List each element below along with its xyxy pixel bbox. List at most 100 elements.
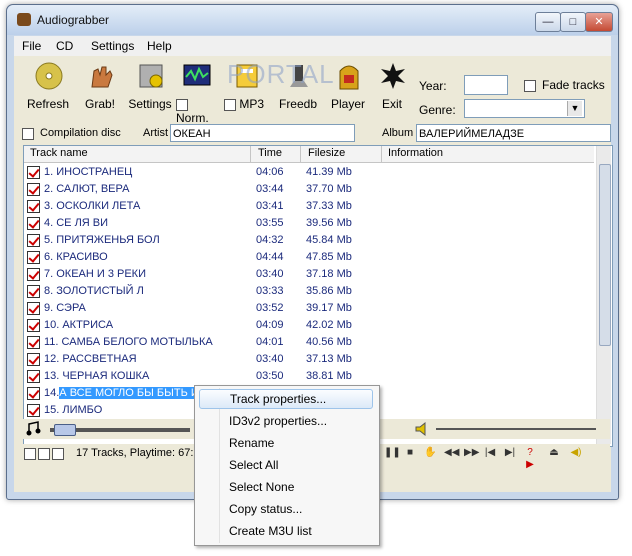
track-name: 8. ЗОЛОТИСТЫЙ Л [44, 285, 144, 297]
title-bar[interactable]: Audiograbber — □ ✕ [7, 5, 618, 35]
menu-file[interactable]: File [22, 39, 41, 53]
menu-help[interactable]: Help [147, 39, 172, 53]
ctx-id3v2-properties[interactable]: ID3v2 properties... [199, 411, 373, 431]
track-checkbox[interactable] [27, 166, 40, 179]
pause-icon[interactable]: ❚❚ [384, 447, 401, 459]
track-checkbox[interactable] [27, 234, 40, 247]
grab-small-icon[interactable]: ✋ [424, 447, 436, 459]
settings-button[interactable]: Settings [124, 61, 176, 113]
random-play-icon[interactable]: ?▶ [524, 447, 536, 470]
album-label: Album [382, 127, 414, 139]
track-checkbox[interactable] [27, 370, 40, 383]
col-filesize[interactable]: Filesize [308, 147, 345, 159]
menu-settings[interactable]: Settings [91, 39, 134, 53]
track-name: 10. АКТРИСА [44, 319, 114, 331]
year-field[interactable] [464, 75, 508, 95]
close-button[interactable]: ✕ [585, 12, 613, 32]
window-title: Audiograbber [37, 13, 110, 27]
chevron-down-icon[interactable]: ▼ [567, 101, 582, 116]
invert-selection-checkbox[interactable] [52, 448, 64, 460]
norm-checkbox[interactable] [176, 98, 188, 111]
track-checkbox[interactable] [27, 285, 40, 298]
fade-tracks-checkbox[interactable] [524, 80, 536, 92]
track-time: 03:40 [256, 353, 284, 365]
previous-track-icon[interactable]: |◀ [484, 447, 496, 459]
track-filesize: 37.13 Mb [306, 353, 352, 365]
ctx-copy-status[interactable]: Copy status... [199, 499, 373, 519]
disc-info-bar: Compilation disc Artist ОКЕАН Album ВАЛЕ… [14, 122, 611, 146]
table-row[interactable]: 11. САМБА БЕЛОГО МОТЫЛЬКА 04:01 40.56 Mb [24, 334, 594, 351]
track-name: 11. САМБА БЕЛОГО МОТЫЛЬКА [44, 336, 213, 348]
table-row[interactable]: 6. КРАСИВО 04:44 47.85 Mb [24, 249, 594, 266]
track-time: 03:52 [256, 302, 284, 314]
track-checkbox[interactable] [27, 319, 40, 332]
col-information[interactable]: Information [388, 147, 443, 159]
table-row[interactable]: 1. ИНОСТРАНЕЦ 04:06 41.39 Mb [24, 164, 594, 181]
track-name: 6. КРАСИВО [44, 251, 108, 263]
table-row[interactable]: 12. РАССВЕТНАЯ 03:40 37.13 Mb [24, 351, 594, 368]
grab-button[interactable]: Grab! [74, 61, 126, 113]
track-checkbox[interactable] [27, 200, 40, 213]
album-field[interactable]: ВАЛЕРИЙМЕЛАДЗЕ [416, 124, 611, 142]
context-menu: Track properties... ID3v2 properties... … [194, 385, 380, 546]
table-row[interactable]: 2. САЛЮТ, ВЕРА 03:44 37.70 Mb [24, 181, 594, 198]
track-checkbox[interactable] [27, 268, 40, 281]
eject-icon[interactable]: ⏏ [548, 447, 560, 459]
track-filesize: 35.86 Mb [306, 285, 352, 297]
next-track-icon[interactable]: ▶| [504, 447, 516, 459]
ctx-rename[interactable]: Rename [199, 433, 373, 453]
ctx-create-m3u[interactable]: Create M3U list [199, 521, 373, 541]
table-row[interactable]: 10. АКТРИСА 04:09 42.02 Mb [24, 317, 594, 334]
track-checkbox[interactable] [27, 404, 40, 417]
track-name: 7. ОКЕАН И 3 РЕКИ [44, 268, 146, 280]
list-scrollbar[interactable] [596, 146, 611, 444]
ctx-select-all[interactable]: Select All [199, 455, 373, 475]
mp3-checkbox[interactable] [224, 98, 236, 111]
rewind-icon[interactable]: ◀◀ [444, 447, 459, 459]
track-checkbox[interactable] [27, 336, 40, 349]
table-row[interactable]: 4. СЕ ЛЯ ВИ 03:55 39.56 Mb [24, 215, 594, 232]
ctx-track-properties[interactable]: Track properties... [199, 389, 373, 409]
track-checkbox[interactable] [27, 353, 40, 366]
minimize-button[interactable]: — [535, 12, 561, 32]
genre-label: Genre: [419, 103, 456, 117]
table-row[interactable]: 13. ЧЕРНАЯ КОШКА 03:50 38.81 Mb [24, 368, 594, 385]
refresh-button[interactable]: Refresh [22, 61, 74, 113]
track-checkbox[interactable] [27, 183, 40, 196]
table-row[interactable]: 7. ОКЕАН И 3 РЕКИ 03:40 37.18 Mb [24, 266, 594, 283]
table-row[interactable]: 3. ОСКОЛКИ ЛЕТА 03:41 37.33 Mb [24, 198, 594, 215]
exit-button[interactable]: Exit [366, 61, 418, 113]
mp3-label: MP3 [239, 97, 265, 111]
artist-field[interactable]: ОКЕАН [170, 124, 355, 142]
stop-icon[interactable]: ■ [404, 447, 416, 459]
track-checkbox[interactable] [27, 387, 40, 400]
track-checkbox[interactable] [27, 251, 40, 264]
position-slider-thumb[interactable] [54, 424, 76, 436]
scroll-thumb[interactable] [599, 164, 611, 346]
track-checkbox[interactable] [27, 302, 40, 315]
menu-cd[interactable]: CD [56, 39, 73, 53]
compilation-checkbox[interactable] [22, 128, 34, 140]
table-row[interactable]: 5. ПРИТЯЖЕНЬЯ БОЛ 04:32 45.84 Mb [24, 232, 594, 249]
col-time[interactable]: Time [258, 147, 282, 159]
track-filesize: 37.18 Mb [306, 268, 352, 280]
track-filesize: 37.33 Mb [306, 200, 352, 212]
norm-button[interactable]: Norm. [176, 61, 220, 125]
col-track-name[interactable]: Track name [30, 147, 88, 159]
jukebox-icon [339, 65, 359, 90]
track-time: 04:06 [256, 166, 284, 178]
fast-forward-icon[interactable]: ▶▶ [464, 447, 479, 459]
maximize-button[interactable]: □ [560, 12, 586, 32]
track-name-edit[interactable]: А ВСЕ МОГЛО БЫ БЫТЬ И [59, 387, 199, 399]
select-none-checkbox[interactable] [38, 448, 50, 460]
table-row[interactable]: 9. СЭРА 03:52 39.17 Mb [24, 300, 594, 317]
refresh-label: Refresh [26, 97, 70, 111]
volume-icon[interactable]: ◀) [570, 447, 582, 459]
table-row[interactable]: 8. ЗОЛОТИСТЫЙ Л 03:33 35.86 Mb [24, 283, 594, 300]
track-name: 3. ОСКОЛКИ ЛЕТА [44, 200, 141, 212]
genre-select[interactable]: ▼ [464, 99, 585, 118]
select-all-checkbox[interactable] [24, 448, 36, 460]
track-checkbox[interactable] [27, 217, 40, 230]
volume-slider[interactable] [436, 428, 596, 430]
ctx-select-none[interactable]: Select None [199, 477, 373, 497]
